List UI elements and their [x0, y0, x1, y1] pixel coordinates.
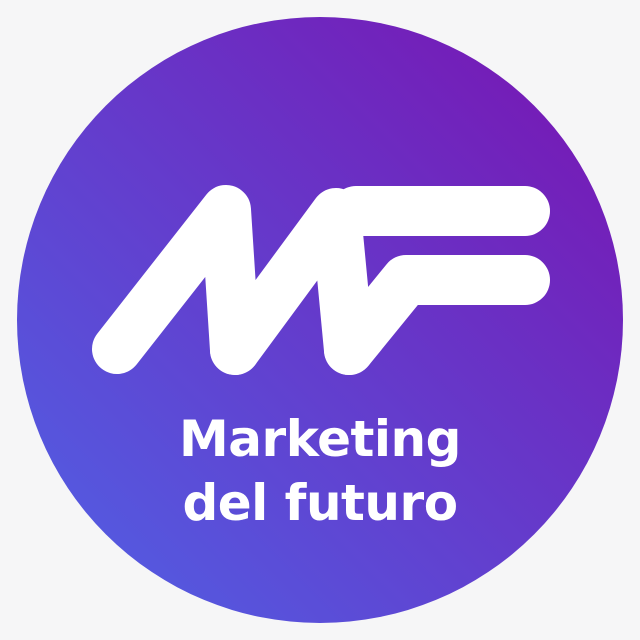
tagline-line-2: del futuro — [182, 474, 458, 532]
badge-circle — [17, 17, 623, 623]
logo-badge — [17, 17, 623, 623]
tagline-line-1: Marketing — [179, 410, 461, 468]
logo-canvas: Marketing del futuro — [0, 0, 640, 640]
